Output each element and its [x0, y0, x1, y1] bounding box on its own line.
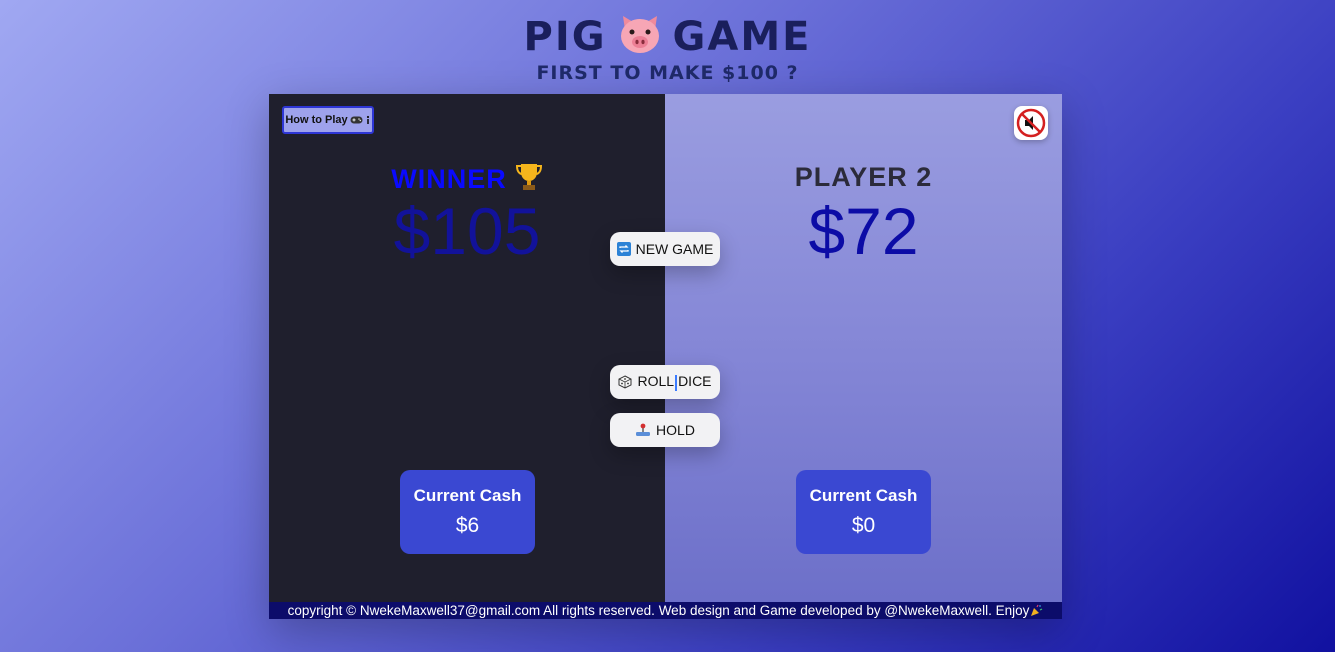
joystick-icon	[635, 423, 651, 437]
game-board: How to Play WINNER PLAYER 2 $105 $72 NEW…	[269, 94, 1062, 619]
player2-current-label: Current Cash	[809, 486, 918, 505]
party-popper-icon	[1030, 604, 1043, 617]
roll-dice-button[interactable]: ROLL DICE	[610, 365, 720, 399]
player1-current-cash: Current Cash $6	[400, 470, 535, 554]
pig-face-icon	[617, 12, 663, 56]
how-to-play-button[interactable]: How to Play	[282, 106, 374, 134]
roll-dice-label: ROLL DICE	[637, 373, 712, 391]
dice-icon	[618, 375, 632, 389]
player1-score: $105	[393, 194, 541, 268]
new-game-label: NEW GAME	[635, 241, 714, 257]
player2-current-cash: Current Cash $0	[796, 470, 931, 554]
gamepad-icon	[350, 115, 363, 125]
player2-score: $72	[808, 194, 919, 268]
subtitle: FIRST TO MAKE $100 ?	[536, 62, 799, 84]
info-icon	[365, 115, 371, 125]
roll-dice-label-part2: DICE	[678, 373, 712, 390]
player1-current-label: Current Cash	[413, 486, 522, 505]
title-left: PIG	[523, 14, 607, 60]
footer: copyright © NwekeMaxwell37@gmail.com All…	[269, 602, 1062, 619]
page-title: PIG GAME	[0, 12, 1335, 62]
trophy-icon	[515, 162, 543, 192]
repeat-icon	[616, 242, 631, 256]
title-right: GAME	[672, 14, 812, 60]
roll-dice-label-part1: ROLL	[637, 373, 675, 390]
player2-name: PLAYER 2	[794, 162, 933, 192]
how-to-play-label: How to Play	[285, 114, 348, 126]
hold-label: HOLD	[656, 422, 695, 438]
player2-current-value: $0	[851, 514, 876, 537]
mute-button[interactable]	[1014, 106, 1048, 140]
footer-text: copyright © NwekeMaxwell37@gmail.com All…	[287, 603, 1030, 618]
new-game-button[interactable]: NEW GAME	[610, 232, 720, 266]
player1-name-label: WINNER	[391, 164, 507, 194]
hold-button[interactable]: HOLD	[610, 413, 720, 447]
text-cursor	[675, 374, 678, 391]
muted-speaker-icon	[1016, 108, 1046, 138]
player1-current-value: $6	[455, 514, 480, 537]
player1-name: WINNER	[269, 162, 665, 195]
